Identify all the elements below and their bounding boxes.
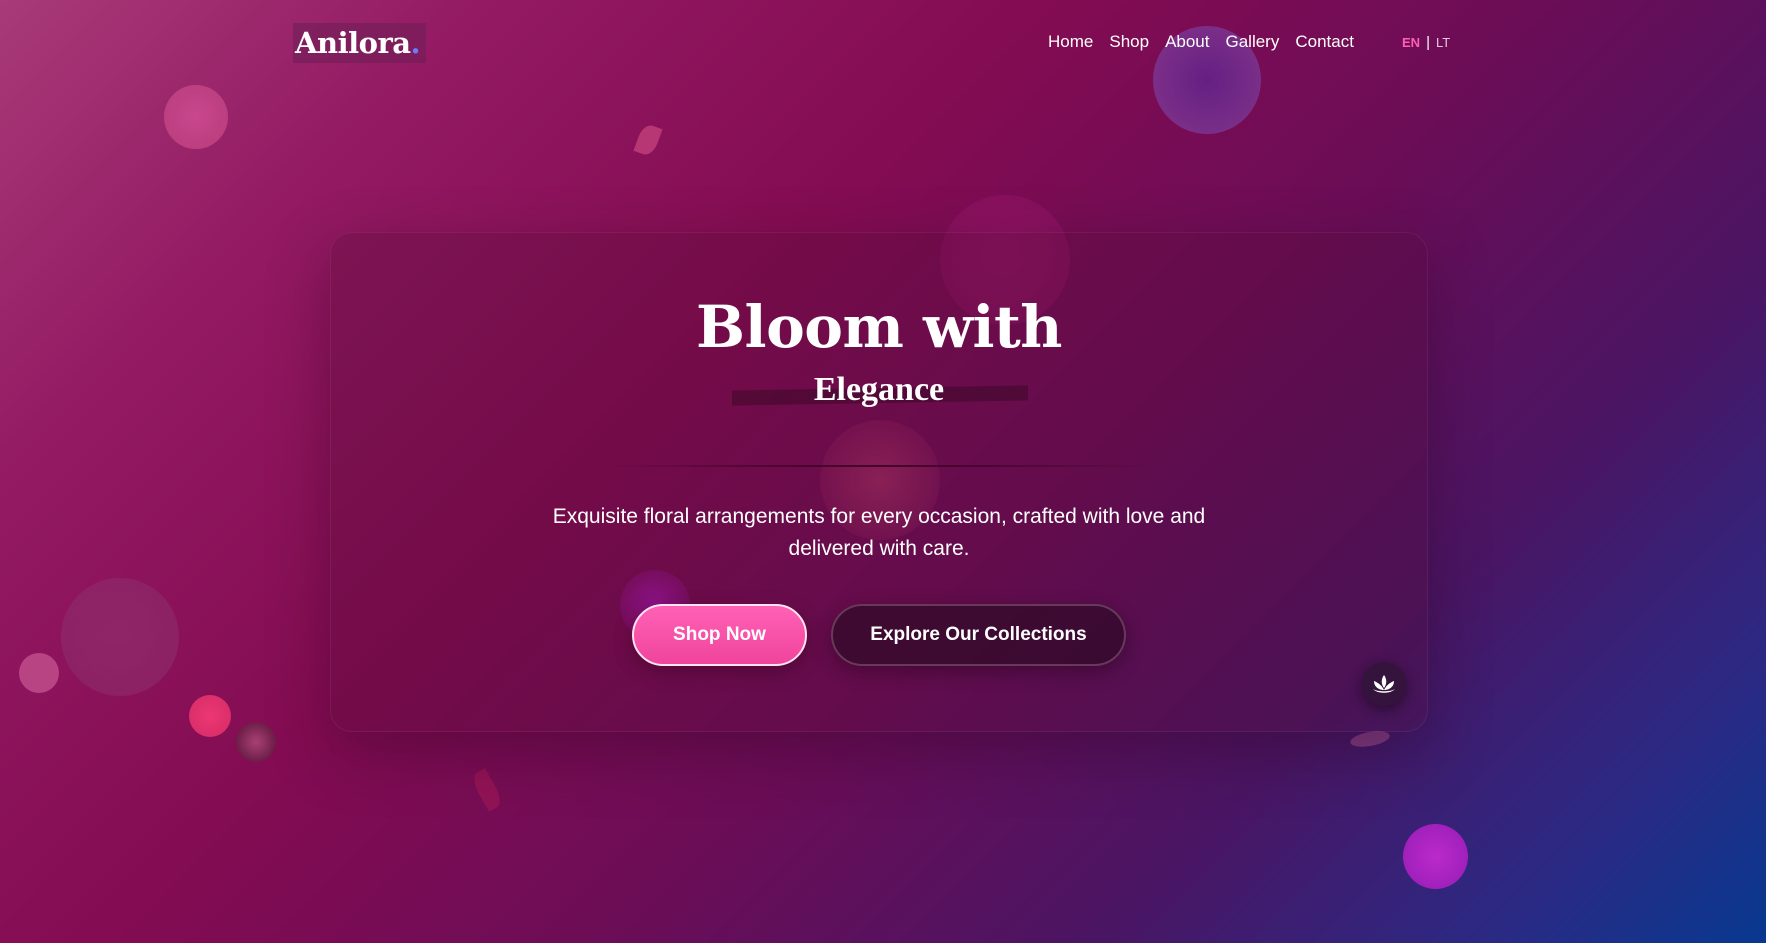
language-switcher: EN | LT bbox=[1402, 34, 1450, 51]
petal bbox=[469, 768, 505, 812]
logo-dot: . bbox=[410, 26, 421, 60]
language-option-lt[interactable]: LT bbox=[1436, 35, 1450, 50]
nav-link-about[interactable]: About bbox=[1165, 32, 1209, 52]
bokeh-circle bbox=[19, 653, 59, 693]
hero-card: Bloom with Elegance Exquisite floral arr… bbox=[330, 232, 1428, 732]
hero-title: Bloom with bbox=[696, 293, 1062, 361]
logo-text: Anilora bbox=[295, 26, 411, 60]
bokeh-circle bbox=[189, 695, 231, 737]
hero-description: Exquisite floral arrangements for every … bbox=[552, 505, 1206, 560]
bokeh-circle bbox=[164, 85, 228, 149]
explore-collections-button[interactable]: Explore Our Collections bbox=[831, 604, 1126, 666]
nav-link-contact[interactable]: Contact bbox=[1295, 32, 1354, 52]
lotus-icon bbox=[1373, 675, 1395, 693]
language-option-en[interactable]: EN bbox=[1402, 35, 1420, 50]
site-logo[interactable]: Anilora. bbox=[293, 23, 427, 63]
hero-divider bbox=[601, 465, 1159, 467]
site-header: Anilora. Home Shop About Gallery Contact… bbox=[0, 0, 1766, 90]
bokeh-circle bbox=[236, 722, 276, 762]
nav-link-shop[interactable]: Shop bbox=[1109, 32, 1149, 52]
floating-action-button[interactable] bbox=[1362, 662, 1406, 706]
explore-collections-label: Explore Our Collections bbox=[870, 624, 1087, 645]
shop-now-label: Shop Now bbox=[673, 624, 766, 645]
petal bbox=[633, 122, 663, 158]
bokeh-circle bbox=[1403, 824, 1468, 889]
shop-now-button[interactable]: Shop Now bbox=[632, 604, 807, 666]
main-nav: Home Shop About Gallery Contact bbox=[1048, 32, 1354, 52]
language-separator: | bbox=[1426, 34, 1430, 51]
hero-subtitle: Elegance bbox=[813, 371, 945, 408]
nav-link-home[interactable]: Home bbox=[1048, 32, 1093, 52]
bokeh-circle bbox=[61, 578, 179, 696]
nav-link-gallery[interactable]: Gallery bbox=[1226, 32, 1280, 52]
